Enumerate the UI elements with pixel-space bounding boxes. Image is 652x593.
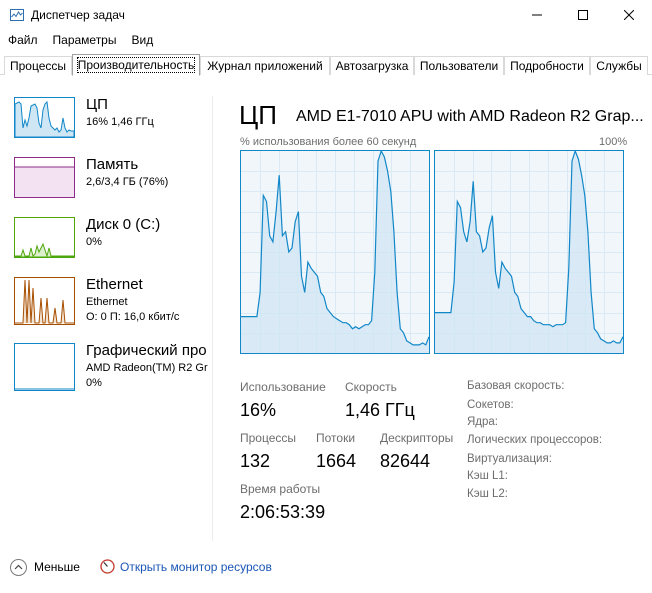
processes-label: Процессы xyxy=(240,431,297,445)
menu-file[interactable]: Файл xyxy=(0,31,45,51)
cpu-summary: 16% 1,46 ГГц xyxy=(86,116,154,128)
disk-summary: 0% xyxy=(86,236,102,248)
info-sockets: Сокетов: xyxy=(467,399,514,411)
cpu-thumbnail xyxy=(14,97,75,138)
close-button[interactable] xyxy=(606,0,652,30)
sidebar-divider xyxy=(212,96,213,541)
ethernet-throughput: О: 0 П: 16,0 кбит/с xyxy=(86,311,180,323)
tab-services[interactable]: Службы xyxy=(590,56,648,75)
tab-details[interactable]: Подробности xyxy=(504,56,590,75)
tab-app-history[interactable]: Журнал приложений xyxy=(200,56,330,75)
ethernet-title: Ethernet xyxy=(86,276,143,293)
ethernet-adapter: Ethernet xyxy=(86,296,128,308)
gpu-usage: 0% xyxy=(86,377,102,389)
open-resource-monitor-link[interactable]: Открыть монитор ресурсов xyxy=(120,560,272,574)
sidebar-item-memory[interactable]: Память 2,6/3,4 ГБ (76%) xyxy=(0,152,212,210)
tab-bar: Процессы Производительность Журнал прило… xyxy=(0,54,652,76)
memory-summary: 2,6/3,4 ГБ (76%) xyxy=(86,176,169,188)
task-manager-icon xyxy=(10,9,24,21)
title-bar: Диспетчер задач xyxy=(0,0,652,30)
threads-label: Потоки xyxy=(316,431,356,445)
page-title: ЦП xyxy=(239,100,277,130)
chevron-up-icon xyxy=(14,564,23,570)
menu-view[interactable]: Вид xyxy=(123,31,160,51)
tab-processes[interactable]: Процессы xyxy=(4,56,72,75)
sidebar-item-gpu[interactable]: Графический про AMD Radeon(TM) R2 Gr 0% xyxy=(0,338,212,396)
footer: Меньше Открыть монитор ресурсов xyxy=(0,551,652,585)
tab-label: Процессы xyxy=(9,59,66,73)
info-virtualization: Виртуализация: xyxy=(467,453,552,465)
tab-startup[interactable]: Автозагрузка xyxy=(330,56,414,75)
tab-users[interactable]: Пользователи xyxy=(414,56,504,75)
graph-caption: % использования более 60 секунд xyxy=(240,136,417,148)
usage-label: Использование xyxy=(240,380,326,394)
tab-label: Производительность xyxy=(76,57,196,73)
disk-thumbnail xyxy=(14,217,75,258)
tab-performance[interactable]: Производительность xyxy=(72,54,200,76)
sidebar-item-disk[interactable]: Диск 0 (C:) 0% xyxy=(0,212,212,270)
info-base-speed: Базовая скорость: xyxy=(467,380,565,392)
tab-label: Журнал приложений xyxy=(207,59,323,73)
processes-value: 132 xyxy=(240,451,271,471)
resource-monitor-icon[interactable] xyxy=(100,559,115,574)
ethernet-thumbnail xyxy=(14,277,75,325)
tab-label: Службы xyxy=(596,59,642,73)
tab-label: Подробности xyxy=(510,59,584,73)
cpu-model-name: AMD E1-7010 APU with AMD Radeon R2 Grap.… xyxy=(296,108,644,125)
gpu-title: Графический про xyxy=(86,342,207,359)
info-cores: Ядра: xyxy=(467,416,499,428)
speed-label: Скорость xyxy=(345,380,397,394)
cpu-core-graph-1 xyxy=(434,150,624,354)
graph-max-label: 100% xyxy=(599,136,628,148)
fewer-details-button[interactable] xyxy=(10,559,27,576)
usage-value: 16% xyxy=(240,400,277,420)
gpu-thumbnail xyxy=(14,343,75,391)
minimize-icon xyxy=(532,14,542,16)
maximize-button[interactable] xyxy=(560,0,606,30)
cpu-title: ЦП xyxy=(86,96,108,113)
menu-bar: Файл Параметры Вид xyxy=(0,31,652,51)
fewer-details-label[interactable]: Меньше xyxy=(34,560,80,574)
sidebar-item-ethernet[interactable]: Ethernet Ethernet О: 0 П: 16,0 кбит/с xyxy=(0,272,212,330)
uptime-label: Время работы xyxy=(240,482,321,496)
speed-value: 1,46 ГГц xyxy=(345,400,415,420)
sidebar-item-cpu[interactable]: ЦП 16% 1,46 ГГц xyxy=(0,92,212,150)
tab-label: Автозагрузка xyxy=(335,59,409,73)
info-logical-processors: Логических процессоров: xyxy=(467,434,603,446)
window-title: Диспетчер задач xyxy=(31,8,125,22)
cpu-core-graph-0 xyxy=(240,150,430,354)
threads-value: 1664 xyxy=(316,451,357,471)
tab-label: Пользователи xyxy=(419,59,499,73)
gpu-model: AMD Radeon(TM) R2 Gr xyxy=(86,362,208,374)
memory-title: Память xyxy=(86,156,139,173)
handles-label: Дескрипторы xyxy=(380,431,454,445)
uptime-value: 2:06:53:39 xyxy=(240,502,326,522)
handles-value: 82644 xyxy=(380,451,431,471)
maximize-icon xyxy=(578,10,588,20)
info-l2-cache: Кэш L2: xyxy=(467,488,508,500)
close-icon xyxy=(624,10,634,20)
minimize-button[interactable] xyxy=(514,0,560,30)
info-l1-cache: Кэш L1: xyxy=(467,470,508,482)
menu-options[interactable]: Параметры xyxy=(45,31,124,51)
memory-thumbnail xyxy=(14,157,75,198)
disk-title: Диск 0 (C:) xyxy=(86,216,161,233)
